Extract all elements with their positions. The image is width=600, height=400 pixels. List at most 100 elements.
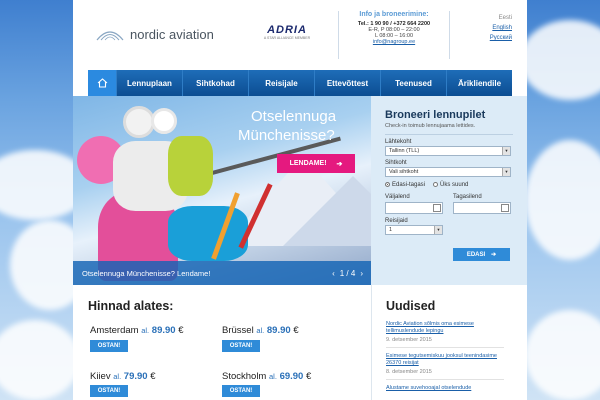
price-city: Amsterdam <box>90 325 139 336</box>
skier-figure <box>168 206 248 261</box>
chevron-down-icon: ▼ <box>502 168 510 176</box>
price-currency: € <box>178 325 184 336</box>
nav-item-sihtkohad[interactable]: Sihtkohad <box>182 70 248 96</box>
from-label: Lähtekoht <box>385 139 412 145</box>
one-way-label: Üks suund <box>440 182 469 189</box>
to-select[interactable]: Vali sihtkoht ▼ <box>385 167 511 177</box>
passengers-label: Reisijaid <box>385 218 408 225</box>
price-currency: € <box>150 371 156 382</box>
price-from-word: al. <box>269 372 277 381</box>
price-value: 89.90 <box>151 325 176 336</box>
hero-cta-label: LENDAME! <box>289 160 327 167</box>
news-link[interactable]: Nordic Aviation sõlmis oma esimese telli… <box>386 321 504 335</box>
price-from-word: al. <box>256 326 265 335</box>
depart-date-input[interactable] <box>385 202 443 215</box>
chevron-down-icon: ▼ <box>434 226 442 235</box>
round-trip-label: Edasi-tagasi <box>392 182 426 189</box>
depart-label: Väljalend <box>385 194 410 201</box>
booking-title: Broneeri lennupilet <box>385 109 486 121</box>
pager-text: 1 / 4 <box>339 268 356 278</box>
chevron-left-icon[interactable]: ‹ <box>332 269 335 278</box>
main-nav: Lennuplaan Sihtkohad Reisijale Ettevõtte… <box>88 70 512 96</box>
hero-title-line1: Otselennuga <box>251 108 337 125</box>
return-label: Tagasilend <box>453 194 482 201</box>
nav-item-teenused[interactable]: Teenused <box>380 70 446 96</box>
adria-tagline: A STAR ALLIANCE MEMBER <box>263 36 311 40</box>
nav-home-button[interactable] <box>88 70 116 96</box>
background-cloud <box>525 140 600 260</box>
news-list: Nordic Aviation sõlmis oma esimese telli… <box>386 321 527 392</box>
price-from-word: al. <box>113 372 122 381</box>
hero-caption[interactable]: Otselennuga Münchenisse? Lendame! <box>82 269 210 278</box>
contact-info: Info ja broneerimine: Tel.: 1 90 90 / +3… <box>338 11 450 59</box>
nav-item-reisijale[interactable]: Reisijale <box>248 70 314 96</box>
passengers-select[interactable]: 1 ▼ <box>385 225 443 236</box>
logo-arc-icon <box>96 31 124 41</box>
language-current: Eesti <box>498 15 512 21</box>
header: nordic aviation ADRIA A STAR ALLIANCE ME… <box>73 0 527 70</box>
buy-button[interactable]: OSTAN! <box>222 385 260 397</box>
hero-banner[interactable]: Otselennuga Münchenisse? LENDAME! ➔ Otse… <box>73 96 371 285</box>
price-value: 79.90 <box>123 371 148 382</box>
price-value: 89.90 <box>266 325 291 336</box>
price-item: Brüssel al. 89.90 € <box>222 325 299 336</box>
info-email-link[interactable]: info@nagroup.ee <box>339 39 449 45</box>
to-label: Sihtkoht <box>385 160 407 166</box>
submit-button[interactable]: EDASI ➔ <box>453 248 510 261</box>
nav-item-ettevottest[interactable]: Ettevõttest <box>314 70 380 96</box>
chevron-down-icon: ▼ <box>502 147 510 155</box>
mountain-shape <box>283 176 371 246</box>
submit-label: EDASI <box>466 251 486 258</box>
date-row: Väljalend Tagasilend <box>385 190 513 215</box>
home-icon <box>97 78 107 88</box>
calendar-icon[interactable] <box>433 204 441 213</box>
nav-item-arikliendile[interactable]: Ärikliendile <box>446 70 512 96</box>
price-currency: € <box>305 371 312 382</box>
background-cloud <box>520 20 600 100</box>
radio-unchecked-icon <box>433 182 439 187</box>
price-item: Stockholm al. 69.90 € <box>222 371 311 382</box>
price-city: Brüssel <box>222 325 254 336</box>
buy-button[interactable]: OSTAN! <box>90 340 128 352</box>
adria-partner-logo[interactable]: ADRIA A STAR ALLIANCE MEMBER <box>256 24 318 40</box>
price-city: Kiiev <box>90 371 111 382</box>
calendar-icon[interactable] <box>501 204 509 213</box>
language-english-link[interactable]: English <box>490 23 512 33</box>
language-switcher: Eesti English Русский <box>490 13 512 43</box>
arrow-right-icon: ➔ <box>336 160 343 168</box>
news-link[interactable]: Esimese tegutsemiskuu jooksul teenindasi… <box>386 353 504 367</box>
to-select-value: Vali sihtkoht <box>389 169 419 175</box>
price-from-word: al. <box>141 326 150 335</box>
hero-cta-button[interactable]: LENDAME! ➔ <box>277 154 355 173</box>
one-way-radio[interactable]: Üks suund <box>433 182 468 188</box>
radio-checked-icon <box>385 182 390 187</box>
news-date: 8. detsember 2015 <box>386 369 504 380</box>
adria-logo-text: ADRIA <box>267 24 307 36</box>
round-trip-radio[interactable]: Edasi-tagasi <box>385 182 425 188</box>
hero-title-line2: Münchenisse? <box>238 127 335 144</box>
info-title: Info ja broneerimine: <box>359 11 429 18</box>
news-link[interactable]: Alustame suvehooajal otselendude <box>386 385 504 392</box>
booking-subtitle: Check-in toimub lennujaama lettides. <box>385 123 513 135</box>
chevron-right-icon[interactable]: › <box>360 269 363 278</box>
return-group: Tagasilend <box>453 190 511 215</box>
news-date: 9. detsember 2015 <box>386 337 504 348</box>
background-cloud <box>0 320 80 400</box>
nav-item-lennuplaan[interactable]: Lennuplaan <box>116 70 182 96</box>
news-section: Uudised Nordic Aviation sõlmis oma esime… <box>371 285 527 400</box>
from-select[interactable]: Tallinn (TLL) ▼ <box>385 146 511 156</box>
nordic-aviation-logo[interactable]: nordic aviation <box>95 26 214 42</box>
buy-button[interactable]: OSTAN! <box>222 340 260 352</box>
prices-title: Hinnad alates: <box>88 299 174 313</box>
price-item: Amsterdam al. 89.90 € <box>90 325 184 336</box>
price-value: 69.90 <box>279 371 304 382</box>
language-russian-link[interactable]: Русский <box>490 33 512 43</box>
buy-button[interactable]: OSTAN! <box>90 385 128 397</box>
hero-caption-bar: Otselennuga Münchenisse? Lendame! ‹ 1 / … <box>73 261 371 285</box>
news-title: Uudised <box>386 299 436 313</box>
return-date-input[interactable] <box>453 202 511 215</box>
passengers-value: 1 <box>389 227 393 234</box>
page-container: nordic aviation ADRIA A STAR ALLIANCE ME… <box>73 0 527 400</box>
skier-figure <box>168 136 213 196</box>
price-item: Kiiev al. 79.90 € <box>90 371 156 382</box>
